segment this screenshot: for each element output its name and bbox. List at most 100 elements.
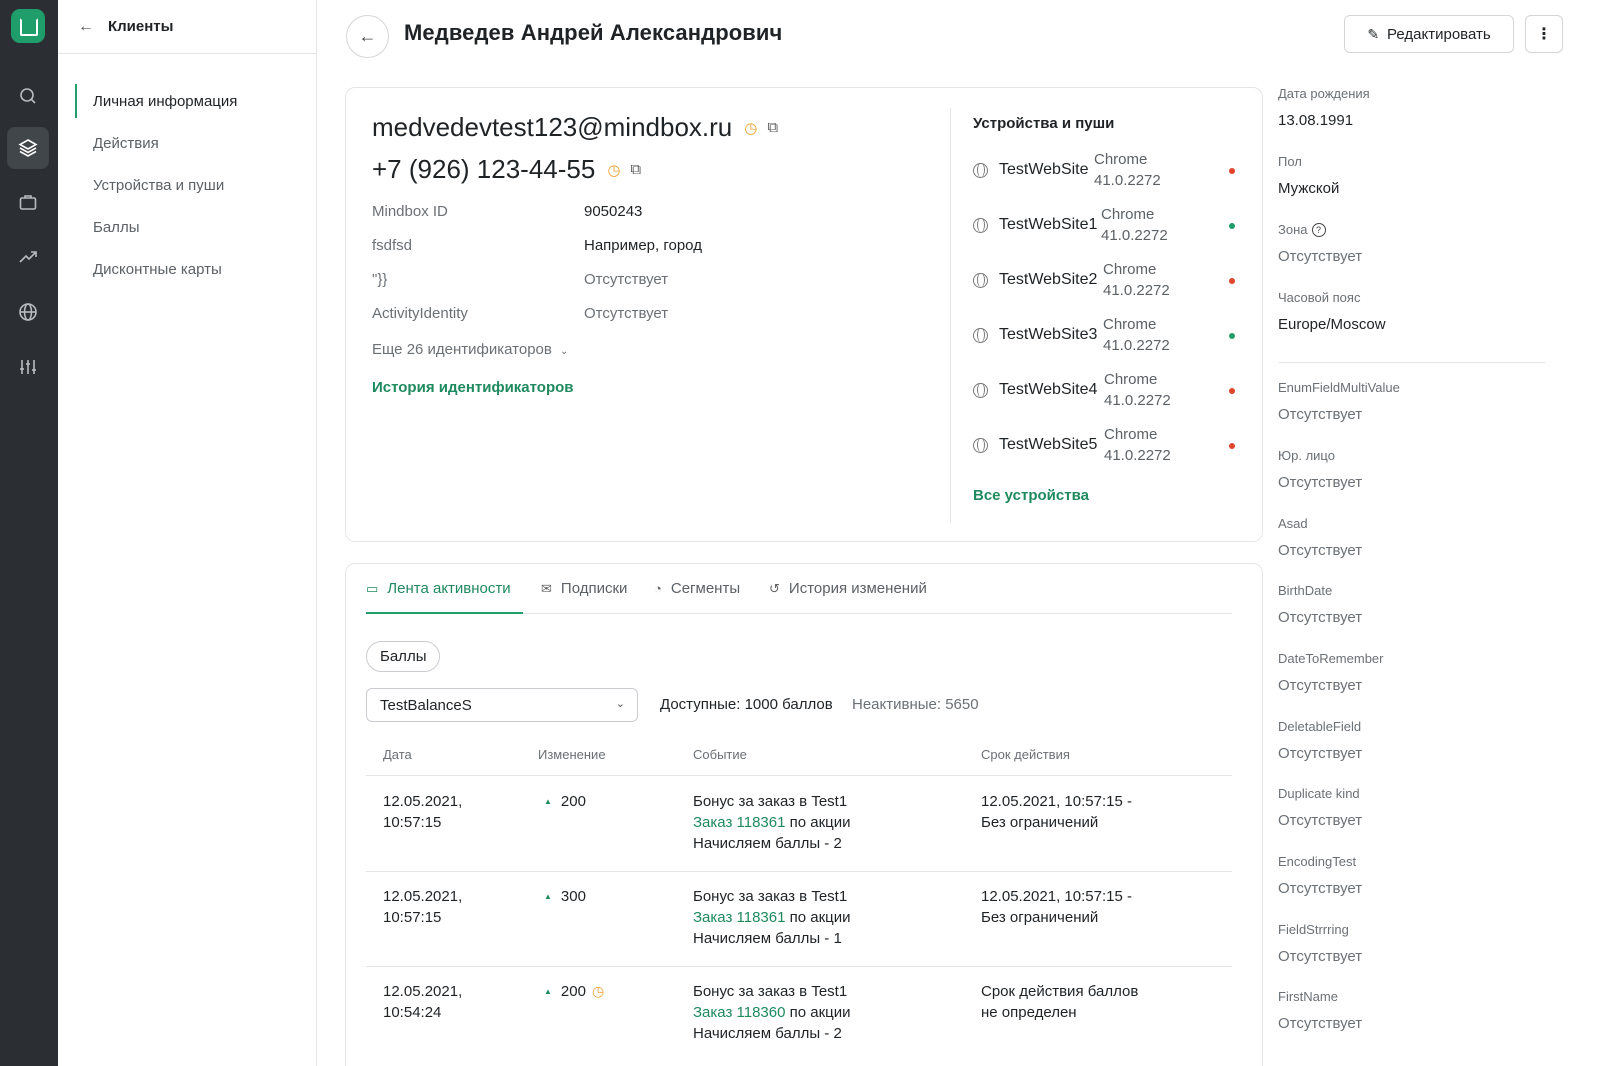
device-item[interactable]: TestWebSite4 Chrome 41.0.2272 — [973, 369, 1243, 413]
device-name: TestWebSite4 — [999, 381, 1098, 398]
devices-title: Устройства и пуши — [973, 115, 1115, 132]
help-icon[interactable]: ? — [1311, 222, 1326, 237]
clock-icon: ◷ — [607, 161, 621, 179]
balance-select[interactable]: TestBalanceS ⌄ — [366, 688, 638, 722]
arrow-up-icon: ▲ — [544, 987, 552, 996]
search-icon[interactable] — [7, 75, 49, 117]
tab-label: Подписки — [560, 580, 628, 597]
clock-icon: ◷ — [591, 983, 605, 999]
tab-activity-feed[interactable]: ▭ Лента активности — [366, 580, 511, 597]
globe-icon — [973, 163, 988, 178]
order-link[interactable]: Заказ 118361 — [693, 909, 785, 926]
row-date: 12.05.2021, 10:54:24 — [383, 983, 463, 1021]
attribute-label: FirstName — [1278, 989, 1338, 1004]
phone-row: +7 (926) 123-44-55 ◷ ⧉ — [372, 154, 641, 185]
device-item[interactable]: TestWebSite5 Chrome 41.0.2272 — [973, 424, 1243, 468]
device-item[interactable]: TestWebSite3 Chrome 41.0.2272 — [973, 314, 1243, 358]
history-icon: ↺ — [769, 580, 780, 596]
attribute-label: Зона? — [1278, 222, 1326, 237]
attribute-value: Отсутствует — [1278, 745, 1363, 762]
row-event: Бонус за заказ в Test1 Заказ 118361 по а… — [693, 793, 851, 852]
nav-item-discount-cards[interactable]: Дисконтные карты — [58, 248, 316, 290]
globe-icon — [973, 273, 988, 288]
identifier-key: ActivityIdentity — [372, 305, 468, 322]
device-status-dot — [1229, 388, 1235, 394]
attribute-value: Отсутствует — [1278, 406, 1363, 423]
pencil-icon: ✎ — [1367, 25, 1380, 42]
edit-button[interactable]: ✎ Редактировать — [1344, 15, 1514, 53]
attribute-label: EnumFieldMultiValue — [1278, 380, 1400, 395]
copy-icon[interactable]: ⧉ — [767, 119, 778, 136]
change-value: 300 — [560, 888, 586, 905]
phone-value: +7 (926) 123-44-55 — [372, 154, 596, 184]
device-name: TestWebSite5 — [999, 436, 1098, 453]
tab-subscriptions[interactable]: ✉ Подписки — [541, 580, 627, 597]
edit-button-label: Редактировать — [1387, 25, 1491, 43]
row-date: 12.05.2021, 10:57:15 — [383, 888, 463, 926]
order-link[interactable]: Заказ 118360 — [693, 1004, 785, 1021]
nav-item-points[interactable]: Баллы — [58, 206, 316, 248]
email-value: medvedevtest123@mindbox.ru — [372, 112, 733, 142]
layers-icon[interactable] — [7, 127, 49, 169]
device-item[interactable]: TestWebSite1 Chrome 41.0.2272 — [973, 204, 1243, 248]
filter-chip-points[interactable]: Баллы — [366, 641, 441, 672]
back-button[interactable]: ← — [346, 15, 389, 58]
more-identifiers-toggle[interactable]: Еще 26 идентификаторов ⌄ — [372, 341, 568, 358]
attribute-label: Юр. лицо — [1278, 448, 1335, 463]
nav-item-devices[interactable]: Устройства и пуши — [58, 164, 316, 206]
globe-icon — [973, 438, 988, 453]
device-item[interactable]: TestWebSite Chrome 41.0.2272 — [973, 149, 1243, 193]
activity-tabs: ▭ Лента активности ✉ Подписки ◔ Сегменты… — [366, 564, 1232, 614]
globe-icon — [973, 328, 988, 343]
order-link[interactable]: Заказ 118361 — [693, 814, 785, 831]
device-status-dot — [1229, 168, 1235, 174]
attribute-label: Пол — [1278, 154, 1302, 169]
feed-icon: ▭ — [366, 580, 379, 596]
nav-back-title[interactable]: Клиенты — [108, 18, 173, 35]
tab-change-history[interactable]: ↺ История изменений — [769, 580, 927, 597]
trending-icon[interactable] — [7, 236, 49, 278]
row-date: 12.05.2021, 10:57:15 — [383, 793, 463, 831]
identifier-value: 9050243 — [584, 203, 643, 220]
attribute-value: Отсутствует — [1278, 812, 1363, 829]
identifier-value: Отсутствует — [584, 305, 669, 322]
identifier-value: Отсутствует — [584, 271, 669, 288]
device-name: TestWebSite — [999, 161, 1089, 178]
mail-icon: ✉ — [541, 580, 552, 596]
identifier-key: Mindbox ID — [372, 203, 448, 220]
device-item[interactable]: TestWebSite2 Chrome 41.0.2272 — [973, 259, 1243, 303]
arrow-up-icon: ▲ — [544, 797, 552, 806]
column-header: Дата — [383, 747, 412, 762]
inactive-points: Неактивные: 5650 — [852, 696, 979, 713]
briefcase-icon[interactable] — [7, 181, 49, 223]
app-rail — [0, 0, 58, 1066]
device-name: TestWebSite1 — [999, 216, 1098, 233]
table-row: 12.05.2021, 10:54:24 ▲ 200 ◷ Бонус за зак… — [366, 967, 1232, 1062]
tab-label: Лента активности — [387, 580, 511, 597]
more-button[interactable]: ⋮ — [1525, 15, 1563, 53]
globe-icon[interactable] — [7, 291, 49, 333]
row-expiry: 12.05.2021, 10:57:15 - Без ограничений — [981, 793, 1132, 831]
attribute-label: DateToRemember — [1278, 651, 1384, 666]
all-devices-link[interactable]: Все устройства — [973, 487, 1089, 504]
nav-item-actions[interactable]: Действия — [58, 122, 316, 164]
card-divider — [950, 108, 951, 523]
sliders-icon[interactable] — [7, 346, 49, 388]
tab-segments[interactable]: ◔ Сегменты — [654, 580, 740, 597]
available-points: Доступные: 1000 баллов — [660, 696, 833, 713]
row-change: ▲ 200 ◷ — [544, 981, 604, 1002]
identifier-history-link[interactable]: История идентификаторов — [372, 379, 574, 396]
app-logo[interactable] — [11, 9, 45, 43]
device-browser: Chrome 41.0.2272 — [1103, 261, 1170, 299]
chevron-down-icon: ⌄ — [615, 698, 625, 710]
nav-item-personal-info[interactable]: Личная информация — [58, 80, 316, 122]
copy-icon[interactable]: ⧉ — [630, 161, 641, 178]
row-change: ▲ 300 — [544, 886, 586, 907]
chevron-down-icon: ⌄ — [560, 346, 569, 357]
arrow-up-icon: ▲ — [544, 892, 552, 901]
arrow-left-icon[interactable]: ← — [78, 18, 94, 36]
device-status-dot — [1229, 443, 1235, 449]
table-row: 12.05.2021, 10:57:15 ▲ 300 Бонус за заказ… — [366, 872, 1232, 967]
email-row: medvedevtest123@mindbox.ru ◷ ⧉ — [372, 112, 778, 143]
balance-select-value: TestBalanceS — [380, 696, 472, 714]
